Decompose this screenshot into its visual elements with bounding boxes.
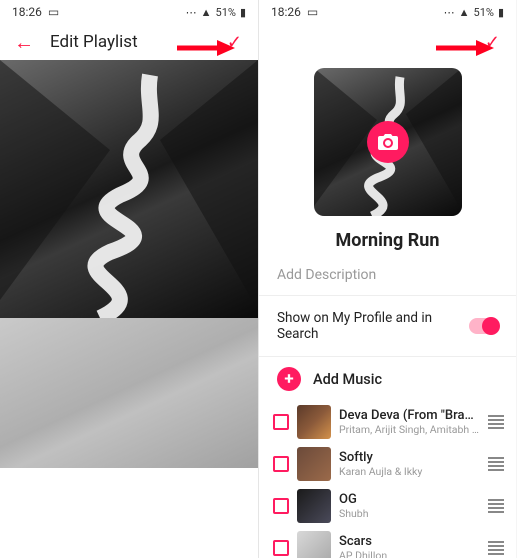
drag-handle-icon[interactable] bbox=[488, 499, 506, 513]
battery-text: 51% bbox=[474, 6, 494, 19]
song-checkbox[interactable] bbox=[273, 540, 289, 556]
song-artwork bbox=[297, 405, 331, 439]
signal-icon: ▲ bbox=[201, 6, 212, 19]
song-artist: Karan Aujla & Ikky bbox=[339, 465, 480, 478]
song-checkbox[interactable] bbox=[273, 414, 289, 430]
song-title: Scars bbox=[339, 534, 480, 549]
status-notif-icon: ▭ bbox=[48, 5, 59, 19]
battery-text: 51% bbox=[216, 6, 236, 19]
status-bar: 18:26 ▭ ⋯ ▲ 51% ▮ bbox=[259, 0, 516, 24]
camera-icon[interactable] bbox=[367, 121, 409, 163]
playlist-cover-small[interactable] bbox=[314, 68, 462, 216]
signal-icon: ▲ bbox=[459, 6, 470, 19]
toggle-label: Show on My Profile and in Search bbox=[277, 310, 469, 342]
song-title: Softly bbox=[339, 450, 480, 465]
visibility-toggle[interactable] bbox=[469, 318, 498, 334]
list-item: Scars AP Dhillon bbox=[273, 527, 506, 558]
page-title: Edit Playlist bbox=[50, 32, 138, 52]
list-item: OG Shubh bbox=[273, 485, 506, 527]
song-artwork bbox=[297, 447, 331, 481]
status-notif-icon: ▭ bbox=[307, 5, 318, 19]
phone-right: 18:26 ▭ ⋯ ▲ 51% ▮ ✓ Morning Run Add Desc… bbox=[258, 0, 516, 558]
list-item: Deva Deva (From "Brah... Pritam, Arijit … bbox=[273, 401, 506, 443]
wifi-icon: ⋯ bbox=[186, 6, 197, 19]
song-artist: AP Dhillon bbox=[339, 549, 480, 558]
song-artwork bbox=[297, 489, 331, 523]
song-checkbox[interactable] bbox=[273, 498, 289, 514]
status-time: 18:26 bbox=[271, 5, 301, 19]
cover-faded-section bbox=[0, 318, 258, 468]
confirm-check-icon[interactable]: ✓ bbox=[485, 32, 500, 53]
song-artist: Shubh bbox=[339, 507, 480, 520]
phone-left: 18:26 ▭ ⋯ ▲ 51% ▮ ← Edit Playlist ✓ bbox=[0, 0, 258, 558]
song-artwork bbox=[297, 531, 331, 558]
song-list: Deva Deva (From "Brah... Pritam, Arijit … bbox=[259, 401, 516, 558]
status-bar: 18:26 ▭ ⋯ ▲ 51% ▮ bbox=[0, 0, 258, 24]
add-music-label: Add Music bbox=[313, 371, 382, 388]
confirm-check-icon[interactable]: ✓ bbox=[227, 32, 242, 53]
battery-icon: ▮ bbox=[240, 6, 246, 19]
drag-handle-icon[interactable] bbox=[488, 541, 506, 555]
list-item: Softly Karan Aujla & Ikky bbox=[273, 443, 506, 485]
plus-icon: + bbox=[277, 367, 301, 391]
add-music-button[interactable]: + Add Music bbox=[259, 357, 516, 401]
drag-handle-icon[interactable] bbox=[488, 457, 506, 471]
battery-icon: ▮ bbox=[498, 6, 504, 19]
profile-visibility-row: Show on My Profile and in Search bbox=[259, 296, 516, 356]
playlist-cover-image[interactable] bbox=[0, 60, 258, 318]
playlist-title[interactable]: Morning Run bbox=[259, 216, 516, 263]
song-checkbox[interactable] bbox=[273, 456, 289, 472]
song-title: OG bbox=[339, 492, 480, 507]
header: ← Edit Playlist ✓ bbox=[0, 24, 258, 60]
back-arrow-icon[interactable]: ← bbox=[14, 32, 34, 52]
wifi-icon: ⋯ bbox=[444, 6, 455, 19]
description-input[interactable]: Add Description bbox=[259, 263, 516, 295]
status-time: 18:26 bbox=[12, 5, 42, 19]
song-artist: Pritam, Arijit Singh, Amitabh Bha... bbox=[339, 423, 480, 436]
header: ✓ bbox=[259, 24, 516, 60]
drag-handle-icon[interactable] bbox=[488, 415, 506, 429]
song-title: Deva Deva (From "Brah... bbox=[339, 408, 480, 423]
